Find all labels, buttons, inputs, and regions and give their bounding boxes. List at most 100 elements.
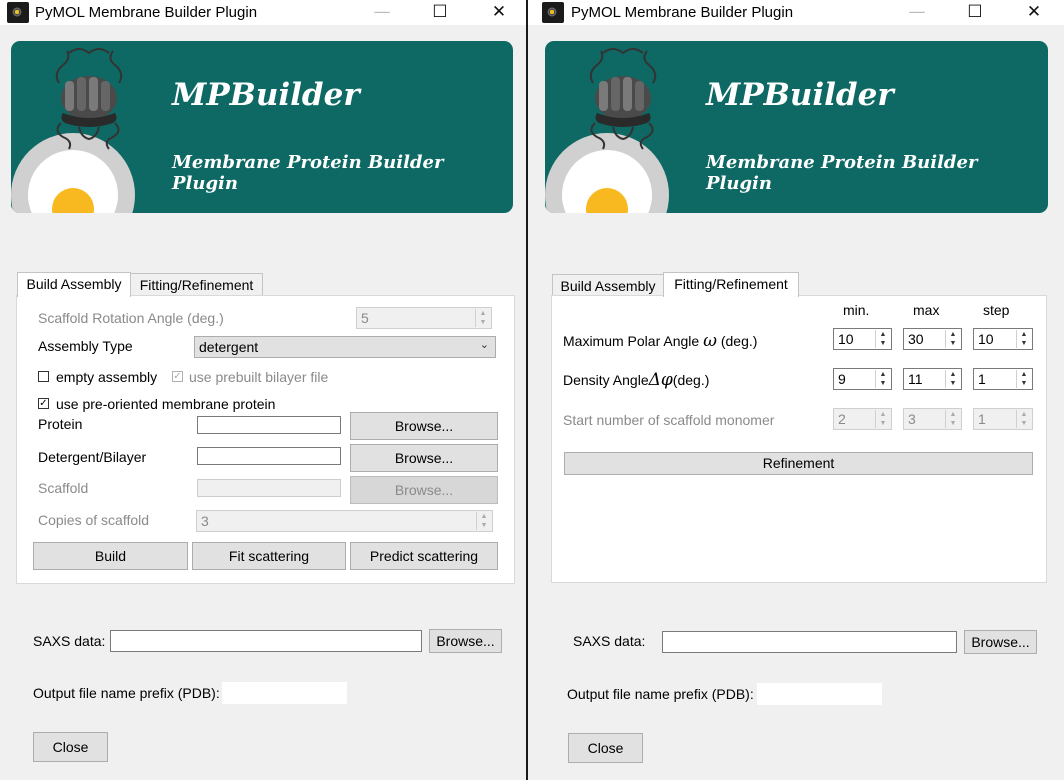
spin-value: 1 bbox=[978, 411, 986, 427]
prebuilt-bilayer-checkbox[interactable]: ✓ bbox=[172, 371, 183, 382]
protein-browse-button[interactable]: Browse... bbox=[350, 412, 498, 440]
density-angle-step-spinbox[interactable]: 1 ▲ ▼ bbox=[973, 368, 1033, 390]
spin-down-icon[interactable]: ▼ bbox=[1017, 419, 1031, 428]
spin-down-icon[interactable]: ▼ bbox=[876, 379, 890, 388]
spin-arrows: ▲ ▼ bbox=[476, 512, 491, 530]
spin-up-icon[interactable]: ▲ bbox=[1017, 410, 1031, 419]
saxs-data-input[interactable] bbox=[662, 631, 957, 653]
banner-subtitle: Membrane Protein Builder Plugin bbox=[706, 152, 978, 194]
refinement-button[interactable]: Refinement bbox=[564, 452, 1033, 475]
close-button[interactable]: Close bbox=[568, 733, 643, 763]
density-angle-min-spinbox[interactable]: 9 ▲ ▼ bbox=[833, 368, 892, 390]
assembly-type-select[interactable]: detergent ⌄ bbox=[194, 336, 496, 358]
minimize-button[interactable]: — bbox=[899, 0, 935, 25]
tab-bar: Build Assembly Fitting/Refinement bbox=[17, 272, 517, 297]
spin-value: 10 bbox=[978, 331, 994, 347]
empty-assembly-checkbox[interactable] bbox=[38, 371, 49, 382]
preoriented-label: use pre-oriented membrane protein bbox=[56, 396, 276, 412]
output-prefix-input[interactable] bbox=[757, 683, 882, 705]
spin-up-icon[interactable]: ▲ bbox=[1017, 330, 1031, 339]
window-title: PyMOL Membrane Builder Plugin bbox=[35, 4, 258, 21]
spin-down-icon[interactable]: ▼ bbox=[876, 419, 890, 428]
spin-up-icon[interactable]: ▲ bbox=[876, 370, 890, 379]
detergent-file-input[interactable] bbox=[197, 447, 341, 465]
polar-angle-label: Maximum Polar Angle ω (deg.) bbox=[563, 331, 757, 351]
banner: MPBuilder Membrane Protein Builder Plugi… bbox=[545, 41, 1048, 213]
saxs-data-input[interactable] bbox=[110, 630, 422, 652]
spin-value: 30 bbox=[908, 331, 924, 347]
spin-value: 2 bbox=[838, 411, 846, 427]
saxs-browse-button[interactable]: Browse... bbox=[964, 630, 1037, 654]
copies-value: 3 bbox=[201, 513, 209, 529]
spin-down-icon[interactable]: ▼ bbox=[946, 339, 960, 348]
spin-arrows: ▲ ▼ bbox=[1016, 410, 1031, 428]
close-window-button[interactable]: ✕ bbox=[1016, 0, 1052, 25]
maximize-button[interactable]: ☐ bbox=[422, 0, 458, 25]
build-button[interactable]: Build bbox=[33, 542, 188, 570]
copies-label: Copies of scaffold bbox=[38, 512, 150, 528]
spin-down-icon[interactable]: ▼ bbox=[476, 318, 490, 327]
polar-angle-min-spinbox[interactable]: 10 ▲ ▼ bbox=[833, 328, 892, 350]
tab-bar: Build Assembly Fitting/Refinement bbox=[552, 272, 1052, 297]
polar-angle-max-spinbox[interactable]: 30 ▲ ▼ bbox=[903, 328, 962, 350]
saxs-browse-button[interactable]: Browse... bbox=[429, 629, 502, 653]
maximize-button[interactable]: ☐ bbox=[957, 0, 993, 25]
output-prefix-label: Output file name prefix (PDB): bbox=[567, 686, 754, 702]
spin-arrows: ▲ ▼ bbox=[875, 370, 890, 388]
spin-up-icon[interactable]: ▲ bbox=[477, 512, 491, 521]
tab-build-assembly[interactable]: Build Assembly bbox=[552, 274, 664, 297]
saxs-data-label: SAXS data: bbox=[573, 633, 646, 649]
spin-up-icon[interactable]: ▲ bbox=[876, 330, 890, 339]
banner-title: MPBuilder bbox=[706, 77, 894, 113]
delta-phi-symbol: Δφ bbox=[648, 370, 673, 390]
spin-up-icon[interactable]: ▲ bbox=[876, 410, 890, 419]
minimize-button[interactable]: — bbox=[364, 0, 400, 25]
left-plugin-window: PyMOL Membrane Builder Plugin — ☐ ✕ MPBu… bbox=[0, 0, 526, 780]
spin-up-icon[interactable]: ▲ bbox=[1017, 370, 1031, 379]
detergent-browse-button[interactable]: Browse... bbox=[350, 444, 498, 472]
spin-value: 1 bbox=[978, 371, 986, 387]
window-title: PyMOL Membrane Builder Plugin bbox=[571, 4, 794, 21]
titlebar: PyMOL Membrane Builder Plugin — ☐ ✕ bbox=[528, 0, 1064, 25]
spin-up-icon[interactable]: ▲ bbox=[946, 410, 960, 419]
tab-build-assembly[interactable]: Build Assembly bbox=[17, 272, 131, 297]
spin-down-icon[interactable]: ▼ bbox=[876, 339, 890, 348]
polar-angle-text: Maximum Polar Angle bbox=[563, 333, 700, 349]
spin-value: 10 bbox=[838, 331, 854, 347]
close-window-button[interactable]: ✕ bbox=[481, 0, 517, 25]
pymol-app-icon bbox=[542, 2, 564, 23]
protein-file-input[interactable] bbox=[197, 416, 341, 434]
banner-subtitle: Membrane Protein Builder Plugin bbox=[172, 152, 444, 194]
spin-down-icon[interactable]: ▼ bbox=[946, 419, 960, 428]
spin-up-icon[interactable]: ▲ bbox=[476, 309, 490, 318]
spin-down-icon[interactable]: ▼ bbox=[946, 379, 960, 388]
spin-up-icon[interactable]: ▲ bbox=[946, 370, 960, 379]
fit-scattering-button[interactable]: Fit scattering bbox=[192, 542, 346, 570]
output-prefix-input[interactable] bbox=[222, 682, 347, 704]
spin-down-icon[interactable]: ▼ bbox=[1017, 339, 1031, 348]
tab-fitting-refinement[interactable]: Fitting/Refinement bbox=[130, 273, 263, 296]
polar-angle-unit: (deg.) bbox=[720, 333, 758, 349]
start-monomer-min-spinbox[interactable]: 2 ▲ ▼ bbox=[833, 408, 892, 430]
titlebar: PyMOL Membrane Builder Plugin — ☐ ✕ bbox=[0, 0, 526, 25]
polar-angle-step-spinbox[interactable]: 10 ▲ ▼ bbox=[973, 328, 1033, 350]
start-monomer-step-spinbox[interactable]: 1 ▲ ▼ bbox=[973, 408, 1033, 430]
spin-down-icon[interactable]: ▼ bbox=[1017, 379, 1031, 388]
start-monomer-label: Start number of scaffold monomer bbox=[563, 412, 775, 428]
spin-arrows: ▲ ▼ bbox=[1016, 370, 1031, 388]
start-monomer-max-spinbox[interactable]: 3 ▲ ▼ bbox=[903, 408, 962, 430]
spin-up-icon[interactable]: ▲ bbox=[946, 330, 960, 339]
max-column-header: max bbox=[913, 302, 940, 318]
copies-spinbox[interactable]: 3 ▲ ▼ bbox=[196, 510, 493, 532]
predict-scattering-button[interactable]: Predict scattering bbox=[350, 542, 498, 570]
right-plugin-window: PyMOL Membrane Builder Plugin — ☐ ✕ MPBu… bbox=[528, 0, 1064, 780]
scaffold-file-input[interactable] bbox=[197, 479, 341, 497]
density-angle-max-spinbox[interactable]: 11 ▲ ▼ bbox=[903, 368, 962, 390]
spin-down-icon[interactable]: ▼ bbox=[477, 521, 491, 530]
preoriented-checkbox[interactable]: ✓ bbox=[38, 398, 49, 409]
close-button[interactable]: Close bbox=[33, 732, 108, 762]
spin-arrows: ▲ ▼ bbox=[945, 370, 960, 388]
scaffold-browse-button[interactable]: Browse... bbox=[350, 476, 498, 504]
rotation-angle-spinbox[interactable]: 5 ▲ ▼ bbox=[356, 307, 492, 329]
tab-fitting-refinement[interactable]: Fitting/Refinement bbox=[663, 272, 799, 297]
